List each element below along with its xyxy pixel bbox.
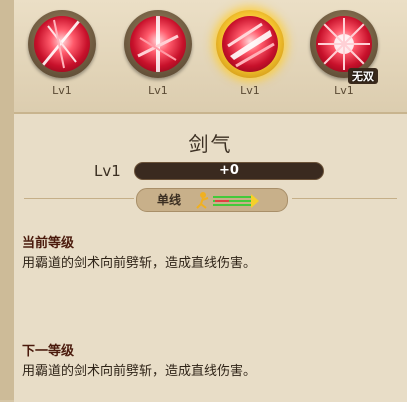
sword-qi-icon [222, 16, 278, 72]
next-level-description: 用霸道的剑术向前劈斩，造成直线伤害。 [22, 364, 257, 379]
skill-slot-2[interactable]: Lv1 [120, 10, 196, 110]
current-level-heading: 当前等级 [22, 236, 75, 251]
ultimate-badge: 无双 [348, 68, 378, 84]
skill-level: Lv1 [334, 84, 354, 97]
divider-left [24, 198, 134, 199]
next-level-heading: 下一等级 [22, 344, 75, 359]
blade-strike-icon [130, 16, 186, 72]
left-decor [0, 0, 14, 400]
skill-title: 剑气 [188, 132, 233, 156]
attack-type-label: 单线 [157, 193, 182, 207]
skill-level: Lv1 [52, 84, 72, 97]
ultimate-burst-icon [316, 16, 372, 72]
skill-level-label: Lv1 [94, 162, 121, 180]
skill-slot-4[interactable]: 无双 Lv1 [306, 10, 382, 110]
skill-level: Lv1 [240, 84, 260, 97]
skill-slot-3[interactable]: Lv1 [212, 10, 288, 110]
skill-detail-panel: 剑气 Lv1 +0 单线 当前等级 用霸道的剑术向前劈斩，造成直线伤害。 下一等… [14, 112, 407, 402]
skill-slot-1[interactable]: Lv1 [24, 10, 100, 110]
skill-level: Lv1 [148, 84, 168, 97]
progress-text: +0 [219, 163, 239, 178]
single-line-attack-icon [196, 192, 259, 209]
level-progress-bar: +0 [134, 162, 324, 180]
attack-type-badge: 单线 [136, 188, 288, 212]
divider-right [292, 198, 397, 199]
current-level-description: 用霸道的剑术向前劈斩，造成直线伤害。 [22, 256, 257, 271]
sword-slash-icon [34, 16, 90, 72]
